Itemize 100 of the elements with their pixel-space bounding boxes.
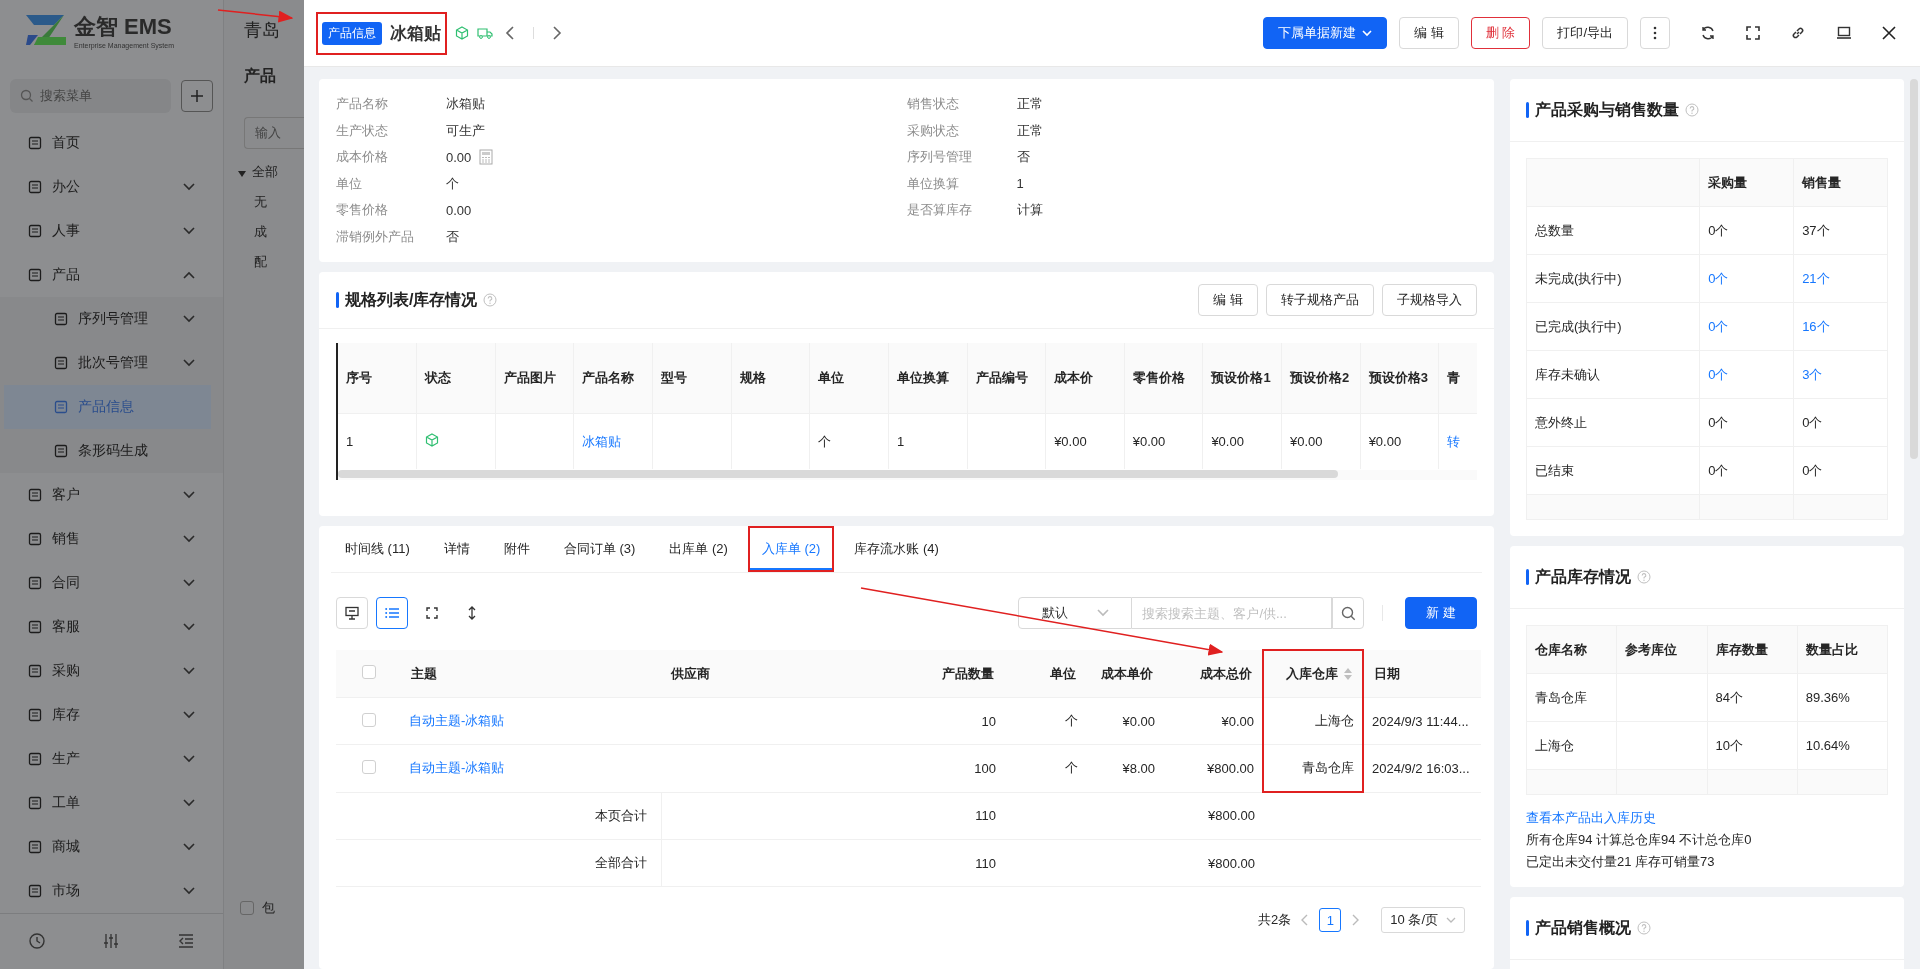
menu-item[interactable]: 库存: [0, 692, 223, 737]
link-icon[interactable]: [1790, 25, 1806, 41]
tree-node[interactable]: 全部: [237, 163, 304, 181]
search-button[interactable]: [1332, 597, 1365, 629]
table-cell: 0个: [1699, 206, 1794, 255]
chevron-up-icon: [182, 270, 195, 279]
toolbar-button[interactable]: 编 辑: [1399, 17, 1459, 49]
truck-icon: [477, 27, 493, 39]
tree-node[interactable]: 成: [253, 223, 304, 241]
previous-icon[interactable]: [505, 26, 515, 40]
table-cell[interactable]: 16个: [1793, 302, 1888, 351]
calculator-icon[interactable]: [479, 149, 494, 166]
tree-node[interactable]: 配: [253, 253, 304, 271]
chevron-down-icon: [182, 226, 195, 235]
tab[interactable]: 附件: [489, 526, 544, 572]
menu-item[interactable]: 市场: [0, 868, 223, 913]
search-icon: [1340, 605, 1356, 621]
laptop-icon[interactable]: [1836, 26, 1852, 40]
field-label: 滞销例外产品: [336, 227, 415, 246]
table-cell[interactable]: 3个: [1793, 350, 1888, 399]
menu-item[interactable]: 人事: [0, 208, 223, 253]
toolbar-button[interactable]: 下属单据新建: [1263, 17, 1388, 49]
refresh-icon[interactable]: [1700, 25, 1716, 41]
menu-item[interactable]: 批次号管理: [0, 340, 223, 385]
fullscreen-icon[interactable]: [1746, 26, 1760, 40]
filter-select[interactable]: 默认: [1018, 597, 1133, 629]
previous-page-icon[interactable]: [1301, 914, 1310, 926]
select-all-checkbox[interactable]: [361, 665, 376, 679]
field-label: 采购状态: [906, 121, 960, 140]
menu-item[interactable]: 合同: [0, 560, 223, 605]
new-button[interactable]: 新 建: [1405, 597, 1477, 629]
scrollbar-thumb[interactable]: [1910, 79, 1918, 459]
menu-item[interactable]: 客户: [0, 472, 223, 517]
menu-item[interactable]: 条形码生成: [0, 428, 223, 473]
table-cell[interactable]: 自动主题-冰箱贴: [401, 744, 661, 792]
page-size-select[interactable]: 10 条/页: [1381, 907, 1465, 933]
tab[interactable]: 入库单 (2): [747, 526, 835, 572]
tab[interactable]: 时间线 (11): [331, 526, 424, 572]
menu-item-icon: [28, 179, 42, 194]
scrollbar-thumb[interactable]: [338, 470, 1338, 478]
close-icon[interactable]: [1882, 26, 1896, 40]
add-button[interactable]: [180, 79, 213, 112]
table-cell[interactable]: 0个: [1699, 254, 1794, 303]
row-checkbox[interactable]: [361, 759, 376, 774]
field-label: 零售价格: [336, 201, 389, 220]
table-cell: ¥800.00: [1163, 839, 1263, 887]
row-checkbox[interactable]: [361, 712, 376, 727]
menu-search-field[interactable]: 搜索菜单: [10, 78, 171, 113]
search-field[interactable]: 搜索搜索主题、客户/供...: [1132, 597, 1333, 629]
table-cell[interactable]: 21个: [1793, 254, 1888, 303]
field-label: 单位: [336, 174, 363, 193]
menu-item[interactable]: 序列号管理: [0, 296, 223, 341]
column-header: 成本价: [1045, 343, 1125, 414]
menu-item[interactable]: 产品: [0, 252, 223, 297]
column-header: 产品编号: [967, 343, 1046, 414]
column-header: 单位: [809, 343, 889, 414]
table-cell: 0个: [1793, 398, 1888, 447]
table-cell: 1: [888, 413, 967, 469]
history-link[interactable]: 查看本产品出入库历史: [1526, 809, 1888, 827]
table-cell: 100: [921, 744, 1004, 792]
menu-item[interactable]: 办公: [0, 164, 223, 209]
menu-item-icon: [54, 311, 68, 326]
column-header[interactable]: 入库仓库: [1263, 650, 1363, 698]
menu-item[interactable]: 商城: [0, 824, 223, 869]
tab[interactable]: 合同订单 (3): [549, 526, 650, 572]
table-cell: ¥0.00: [1163, 697, 1263, 745]
tree-node[interactable]: 无: [253, 193, 304, 211]
stock-note: 所有仓库94 计算总仓库94 不计总仓库0: [1526, 831, 1753, 849]
card-button[interactable]: 子规格导入: [1382, 284, 1477, 316]
menu-item[interactable]: 销售: [0, 516, 223, 561]
column-header: 单位: [1004, 650, 1086, 698]
card-button[interactable]: 转子规格产品: [1266, 284, 1374, 316]
toolbar-button[interactable]: 打印/导出: [1542, 17, 1628, 49]
table-cell: 1: [338, 413, 417, 469]
menu-item[interactable]: 生产: [0, 736, 223, 781]
menu-item[interactable]: 首页: [0, 120, 223, 165]
table-cell[interactable]: 自动主题-冰箱贴: [401, 697, 661, 745]
table-cell: 84个: [1707, 673, 1798, 722]
table-cell[interactable]: 0个: [1699, 350, 1794, 399]
next-page-icon[interactable]: [1351, 914, 1360, 926]
history-icon[interactable]: [28, 932, 47, 951]
menu-item[interactable]: 工单: [0, 780, 223, 825]
menu-item[interactable]: 采购: [0, 648, 223, 693]
field-value: 正常: [1016, 95, 1043, 114]
tab[interactable]: 出库单 (2): [655, 526, 742, 572]
menu-item[interactable]: 客服: [0, 604, 223, 649]
checkbox[interactable]: [239, 901, 254, 915]
sliders-icon[interactable]: [102, 932, 121, 951]
tab[interactable]: 详情: [429, 526, 484, 572]
chevron-down-icon: [182, 182, 195, 191]
tab[interactable]: 库存流水账 (4): [840, 526, 953, 572]
column-header: 零售价格: [1124, 343, 1203, 414]
page-button[interactable]: 1: [1319, 908, 1342, 932]
table-cell[interactable]: 0个: [1699, 302, 1794, 351]
next-icon[interactable]: [552, 26, 562, 40]
table-cell[interactable]: 冰箱贴: [573, 413, 653, 469]
collapse-menu-icon[interactable]: [176, 932, 195, 951]
card-button[interactable]: 编 辑: [1198, 284, 1258, 316]
toolbar-button[interactable]: 删 除: [1470, 17, 1531, 49]
menu-item-icon: [54, 355, 68, 370]
